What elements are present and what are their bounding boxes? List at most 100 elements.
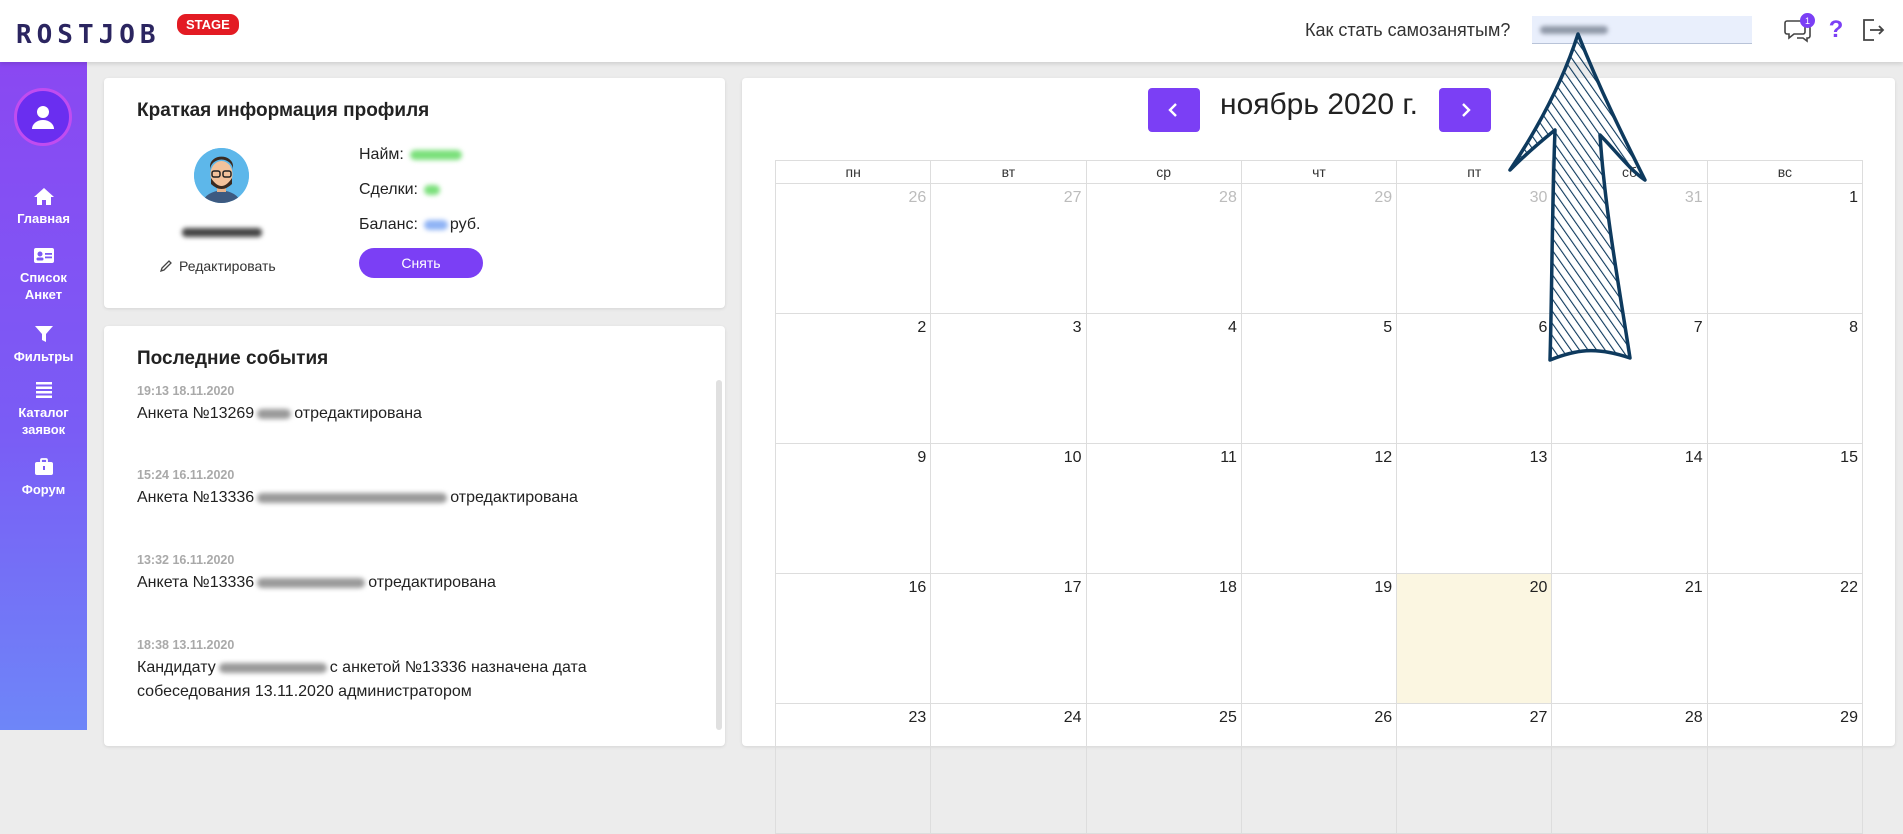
calendar-day[interactable]: 5: [1242, 314, 1398, 443]
calendar-day[interactable]: 18: [1087, 574, 1242, 703]
user-name-field[interactable]: [1532, 16, 1752, 44]
weekday-label: чт: [1242, 161, 1398, 183]
calendar-day[interactable]: 12: [1242, 444, 1398, 573]
events-scrollbar[interactable]: [716, 380, 722, 730]
calendar-day[interactable]: 13: [1397, 444, 1553, 573]
calendar-day[interactable]: 14: [1552, 444, 1708, 573]
calendar-day[interactable]: 6: [1397, 314, 1553, 443]
weekday-label: ср: [1087, 161, 1242, 183]
calendar-week: 16 17 18 19 20 21 22: [776, 574, 1863, 704]
calendar-day[interactable]: 21: [1552, 574, 1708, 703]
event-text-before: Анкета №13336: [137, 574, 255, 591]
calendar-day[interactable]: 28: [1087, 184, 1242, 313]
weekday-label: вс: [1708, 161, 1863, 183]
calendar-day[interactable]: 15: [1708, 444, 1863, 573]
calendar-day[interactable]: 8: [1708, 314, 1863, 443]
event-item: 13:32 16.11.2020 Анкета №13336 отредактир…: [137, 553, 697, 595]
logo[interactable]: ROSTJOB STAGE: [16, 14, 246, 54]
event-text: Анкета №13269 отредактирована: [137, 402, 697, 426]
calendar-day[interactable]: 16: [776, 574, 932, 703]
next-month-button[interactable]: [1439, 88, 1491, 132]
calendar-day[interactable]: 4: [1087, 314, 1242, 443]
profile-avatar-illustration: [194, 148, 249, 203]
weekday-label: сб: [1552, 161, 1708, 183]
deals-label: Сделки:: [359, 181, 418, 198]
blurred-name: [257, 408, 292, 419]
home-icon: [33, 188, 54, 205]
blurred-user-name: [1540, 26, 1608, 34]
event-time: 13:32 16.11.2020: [137, 553, 235, 567]
event-item: 19:13 18.11.2020 Анкета №13269 отредактир…: [137, 384, 697, 426]
calendar-day-today[interactable]: 20: [1397, 574, 1553, 703]
calendar-day[interactable]: 29: [1242, 184, 1398, 313]
sidebar-item-filters[interactable]: Фильтры: [0, 324, 87, 366]
help-icon: ?: [1828, 16, 1844, 43]
sidebar-item-profiles-list[interactable]: Список Анкет: [0, 245, 87, 303]
events-card-title: Последние события: [137, 348, 329, 369]
calendar-day[interactable]: 24: [931, 704, 1087, 833]
calendar-day[interactable]: 29: [1708, 704, 1863, 833]
calendar-day[interactable]: 11: [1087, 444, 1242, 573]
sidebar: Главная Список Анкет Фильтры Каталог зая…: [0, 62, 87, 730]
calendar-day[interactable]: 27: [931, 184, 1087, 313]
calendar-day[interactable]: 26: [1242, 704, 1398, 833]
balance-label: Баланс:: [359, 216, 418, 233]
calendar-day[interactable]: 10: [931, 444, 1087, 573]
profile-card-title: Краткая информация профиля: [137, 100, 430, 121]
calendar-day[interactable]: 28: [1552, 704, 1708, 833]
event-text-before: Анкета №13269: [137, 405, 255, 422]
calendar-week: 23 24 25 26 27 28 29: [776, 704, 1863, 834]
event-text-before: Анкета №13336: [137, 489, 255, 506]
blurred-name: [218, 662, 327, 673]
calendar-day[interactable]: 19: [1242, 574, 1398, 703]
calendar-day[interactable]: 27: [1397, 704, 1553, 833]
edit-profile-link[interactable]: Редактировать: [159, 258, 276, 274]
blurred-balance-value: [423, 220, 448, 230]
blurred-hire-value: [409, 150, 462, 160]
calendar-day[interactable]: 2: [776, 314, 932, 443]
hire-row: Найм:: [359, 146, 462, 164]
event-text-before: Кандидату: [137, 659, 216, 676]
sidebar-item-requests-catalog[interactable]: Каталог заявок: [0, 380, 87, 438]
user-avatar[interactable]: [14, 88, 72, 146]
event-text: Кандидату с анкетой №13336 назначена дата…: [137, 656, 697, 704]
calendar-day[interactable]: 25: [1087, 704, 1242, 833]
briefcase-icon: [34, 458, 53, 475]
calendar-day[interactable]: 17: [931, 574, 1087, 703]
event-item: 18:38 13.11.2020 Кандидату с анкетой №133…: [137, 638, 697, 704]
calendar-day[interactable]: 30: [1397, 184, 1553, 313]
logout-button[interactable]: [1858, 15, 1888, 45]
calendar-week: 9 10 11 12 13 14 15: [776, 444, 1863, 574]
sidebar-item-label: Главная: [17, 211, 70, 226]
event-time: 19:13 18.11.2020: [137, 384, 235, 398]
sidebar-item-forum[interactable]: Форум: [0, 457, 87, 499]
balance-unit: руб.: [449, 216, 481, 233]
profile-summary-card: Краткая информация профиля Редактировать…: [104, 78, 725, 308]
event-text-after: отредактирована: [368, 574, 496, 591]
weekday-label: вт: [931, 161, 1087, 183]
sidebar-item-label: Список Анкет: [20, 270, 67, 302]
calendar-day[interactable]: 7: [1552, 314, 1708, 443]
id-card-icon: [33, 248, 54, 263]
calendar-card: ноябрь 2020 г. пн вт ср чт пт сб вс 26 2…: [742, 78, 1895, 834]
chat-notifications-button[interactable]: 1: [1783, 13, 1815, 45]
event-text: Анкета №13336 отредактирована: [137, 571, 697, 595]
how-to-become-self-employed-link[interactable]: Как стать самозанятым?: [1305, 20, 1510, 41]
calendar-day[interactable]: 1: [1708, 184, 1863, 313]
logo-text: ROSTJOB: [16, 20, 161, 50]
calendar-day[interactable]: 3: [931, 314, 1087, 443]
calendar-day[interactable]: 22: [1708, 574, 1863, 703]
event-text: Анкета №13336 отредактирована: [137, 486, 697, 510]
sidebar-item-home[interactable]: Главная: [0, 186, 87, 228]
event-text-after: отредактирована: [450, 489, 578, 506]
calendar-day[interactable]: 9: [776, 444, 932, 573]
prev-month-button[interactable]: [1148, 88, 1200, 132]
calendar-day[interactable]: 31: [1552, 184, 1708, 313]
pencil-icon: [159, 260, 172, 273]
help-button[interactable]: ?: [1821, 15, 1851, 45]
calendar-grid: пн вт ср чт пт сб вс 26 27 28 29 30 31 1…: [775, 160, 1863, 834]
calendar-day[interactable]: 23: [776, 704, 932, 833]
calendar-day[interactable]: 26: [776, 184, 932, 313]
profile-avatar: [194, 148, 249, 203]
withdraw-button[interactable]: Снять: [359, 248, 483, 278]
